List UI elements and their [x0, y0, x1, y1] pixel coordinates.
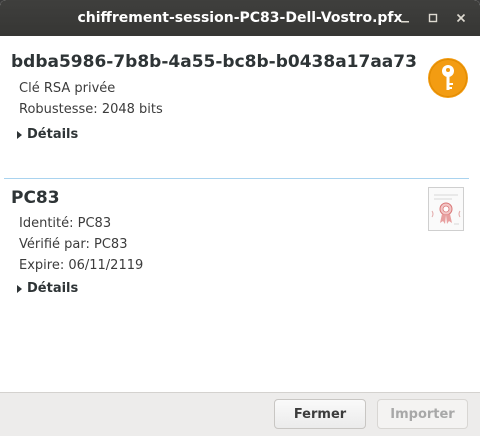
certificate-icon [428, 187, 464, 231]
key-details-label: Détails [27, 127, 79, 142]
key-details-expander[interactable]: Détails [17, 127, 78, 142]
dialog-content: bdba5986-7b8b-4a55-bc8b-b0438a17aa73 Clé… [0, 36, 480, 392]
key-id-heading: bdba5986-7b8b-4a55-bc8b-b0438a17aa73 [11, 52, 417, 72]
title-bar: chiffrement-session-PC83-Dell-Vostro.pfx [0, 0, 480, 36]
close-window-button[interactable] [451, 8, 471, 28]
certificate-expiry: Expire: 06/11/2119 [19, 258, 144, 273]
key-strength: Robustesse: 2048 bits [19, 102, 163, 117]
expander-arrow-icon [17, 130, 22, 139]
certificate-section: PC83 Identité: PC83 Vérifié par: PC83 Ex… [0, 182, 480, 332]
dialog-action-bar: Fermer Importer [0, 392, 480, 436]
private-key-section: bdba5986-7b8b-4a55-bc8b-b0438a17aa73 Clé… [0, 36, 480, 178]
certificate-name-heading: PC83 [11, 188, 60, 208]
import-button[interactable]: Importer [377, 399, 468, 429]
dialog-window: chiffrement-session-PC83-Dell-Vostro.pfx… [0, 0, 480, 436]
key-icon [428, 58, 468, 98]
close-icon [456, 13, 466, 23]
key-type: Clé RSA privée [19, 81, 116, 96]
certificate-identity: Identité: PC83 [19, 216, 112, 231]
expander-arrow-icon [17, 284, 22, 293]
minimize-icon [401, 21, 409, 23]
maximize-button[interactable] [423, 8, 443, 28]
section-divider [4, 178, 469, 179]
certificate-details-label: Détails [27, 281, 79, 296]
window-title: chiffrement-session-PC83-Dell-Vostro.pfx [77, 10, 403, 26]
certificate-verified-by: Vérifié par: PC83 [19, 237, 128, 252]
certificate-details-expander[interactable]: Détails [17, 281, 78, 296]
minimize-button[interactable] [395, 8, 415, 28]
maximize-icon [428, 13, 438, 23]
close-button[interactable]: Fermer [274, 399, 366, 429]
